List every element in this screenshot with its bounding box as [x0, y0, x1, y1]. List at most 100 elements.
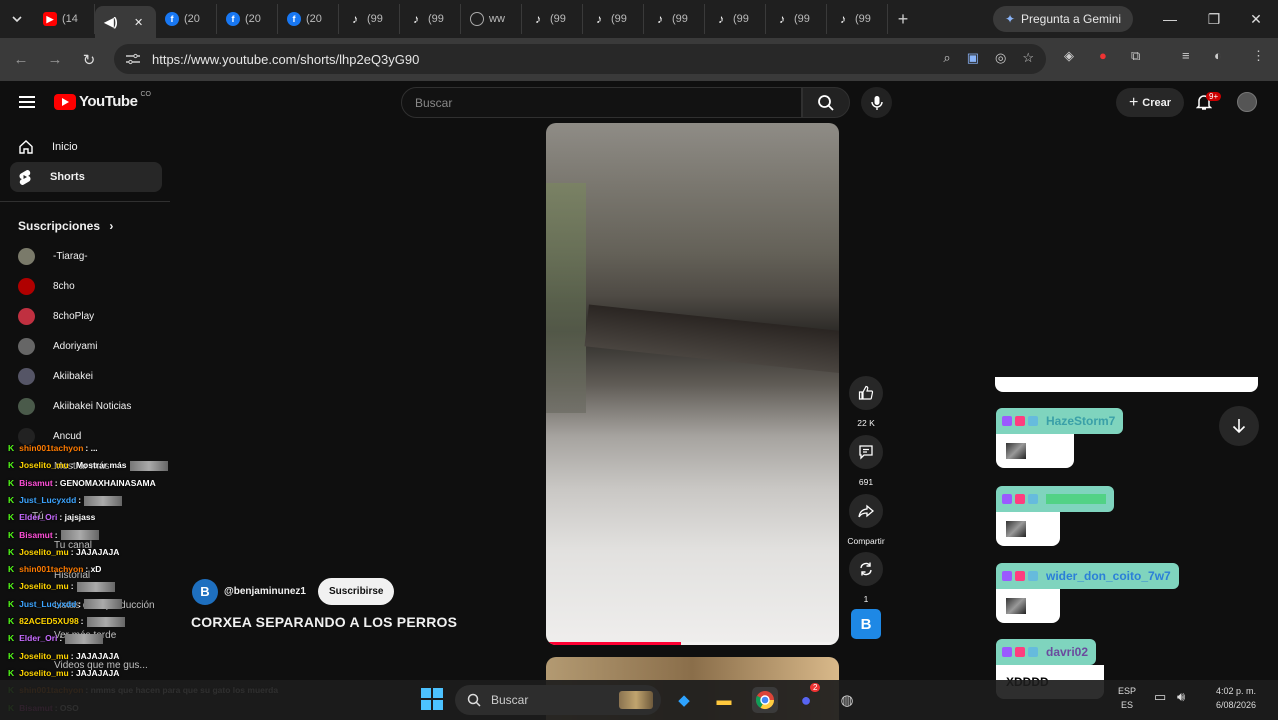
chat-text: :	[78, 494, 82, 505]
back-button[interactable]: ←	[4, 51, 38, 68]
create-button[interactable]: + Crear	[1116, 88, 1184, 117]
side-chat-previous-message	[995, 377, 1258, 392]
extension-icon[interactable]: ◈	[1064, 48, 1074, 64]
chat-emote	[60, 530, 99, 541]
browser-tab[interactable]: ♪ (99	[766, 4, 827, 34]
file-explorer-icon[interactable]: ▬	[711, 687, 737, 713]
browser-tab[interactable]: ▶ (14	[34, 4, 95, 34]
sidebar-subscription[interactable]: Akiibakei	[18, 368, 93, 385]
sidebar-subscription[interactable]: -Tiarag-	[18, 248, 88, 265]
profile-icon[interactable]: ◐	[1214, 48, 1222, 63]
minimize-button[interactable]: —	[1148, 0, 1192, 38]
taskbar-search[interactable]: Buscar	[455, 685, 661, 715]
sidebar-item-label: Inicio	[52, 141, 78, 153]
browser-tab[interactable]: f (20	[217, 4, 278, 34]
bookmark-star-icon[interactable]: ☆	[1022, 50, 1034, 66]
comments-action: 691	[849, 435, 883, 487]
reload-button[interactable]: ↻	[72, 51, 106, 69]
close-tab-icon[interactable]: ✕	[134, 16, 143, 29]
address-bar[interactable]: https://www.youtube.com/shorts/lhp2eQ3yG…	[114, 44, 1046, 74]
browser-tab[interactable]: f (20	[156, 4, 217, 34]
eye-off-icon[interactable]: ◎	[995, 50, 1006, 66]
new-tab-button[interactable]: +	[888, 9, 918, 30]
chat-message: K Joselito_mu: JAJAJAJA	[8, 547, 119, 557]
share-label: Compartir	[847, 536, 885, 546]
remix-count: 1	[863, 594, 869, 604]
channel-thumbnail[interactable]: B	[851, 609, 881, 639]
forward-button[interactable]: →	[38, 51, 72, 68]
menu-hamburger-icon[interactable]	[19, 96, 35, 108]
browser-tab[interactable]: ♪ (99	[522, 4, 583, 34]
adblock-icon[interactable]: ●	[1099, 48, 1107, 63]
browser-tab[interactable]: ♪ (99	[400, 4, 461, 34]
subscribe-button[interactable]: Suscribirse	[318, 578, 395, 605]
channel-name[interactable]: @benjaminunez1	[224, 586, 306, 597]
browser-tab[interactable]: ♪ (99	[644, 4, 705, 34]
browser-tab[interactable]: f (20	[278, 4, 339, 34]
search-button[interactable]	[802, 87, 850, 118]
search-input[interactable]: Buscar	[401, 87, 802, 118]
chat-emote	[86, 616, 125, 627]
side-chat-header: davri02	[996, 639, 1097, 665]
voice-search-button[interactable]	[861, 87, 892, 118]
sidebar-subscription[interactable]: 8choPlay	[18, 308, 94, 325]
tab-title: (99	[733, 13, 749, 25]
channel-avatar	[18, 308, 35, 325]
sidebar-subscription[interactable]: 8cho	[18, 278, 75, 295]
chat-badge-icon	[1002, 571, 1012, 581]
zoom-icon[interactable]: ⌕	[943, 50, 950, 66]
chat-badge-icon	[1028, 647, 1038, 657]
windows-start-icon[interactable]	[421, 688, 443, 710]
like-button[interactable]	[849, 376, 883, 410]
browser-tab[interactable]: ww	[461, 4, 522, 34]
gemini-button[interactable]: ✦ Pregunta a Gemini	[993, 6, 1133, 32]
browser-tab[interactable]: ♪ (99	[705, 4, 766, 34]
cast-icon[interactable]: ▣	[967, 50, 979, 66]
account-avatar[interactable]	[1237, 92, 1257, 112]
chat-emote	[1006, 598, 1026, 614]
app-icon[interactable]: ◍	[834, 687, 860, 713]
share-button[interactable]	[849, 494, 883, 528]
remix-action: 1	[849, 552, 883, 604]
sidebar-item-shorts[interactable]: Shorts	[10, 162, 162, 192]
side-chat-message: wider_don_coito_7w7	[996, 563, 1179, 623]
network-icon[interactable]: ▭	[1154, 690, 1166, 704]
subscriptions-heading[interactable]: Suscripciones ›	[18, 219, 113, 233]
comments-button[interactable]	[849, 435, 883, 469]
chat-emote	[76, 582, 115, 593]
clock[interactable]: 4:02 p. m. 6/08/2026	[1200, 684, 1272, 712]
site-settings-icon[interactable]	[126, 53, 140, 65]
search-icon	[818, 94, 834, 111]
language-indicator[interactable]: ESP ES	[1115, 684, 1139, 712]
browser-tab[interactable]: ◀) ✕	[95, 6, 156, 38]
sidebar-divider	[0, 201, 170, 202]
restore-button[interactable]: ❐	[1192, 0, 1236, 38]
sidebar-subscription[interactable]: Adoriyami	[18, 338, 97, 355]
browser-tab[interactable]: ♪ (99	[583, 4, 644, 34]
tiktok-icon: ♪	[779, 12, 785, 26]
chat-badge-icon	[1002, 494, 1012, 504]
remix-button[interactable]	[849, 552, 883, 586]
chat-username: Joselito_mu	[19, 460, 69, 471]
plus-icon: +	[1128, 93, 1139, 111]
sidebar-subscription[interactable]: Akiibakei Noticias	[18, 398, 131, 415]
media-controls-icon[interactable]: ≡	[1182, 48, 1190, 63]
video-progress-bar[interactable]	[546, 642, 839, 645]
edge-app-icon[interactable]: ◆	[671, 687, 697, 713]
channel-avatar[interactable]: B	[192, 578, 218, 605]
chat-badge-icon	[1015, 647, 1025, 657]
browser-tab[interactable]: ♪ (99	[827, 4, 888, 34]
close-window-button[interactable]: ✕	[1234, 0, 1278, 38]
short-video-player[interactable]	[546, 123, 839, 645]
scroll-down-button[interactable]	[1219, 406, 1259, 446]
youtube-logo[interactable]: YouTube CO	[54, 91, 151, 110]
volume-icon[interactable]: 🔊︎	[1177, 690, 1185, 704]
chrome-app-icon[interactable]	[752, 687, 778, 713]
browser-menu-icon[interactable]: ⋮	[1252, 48, 1265, 64]
video-frame-detail	[546, 183, 586, 413]
browser-tab[interactable]: ♪ (99	[339, 4, 400, 34]
sidebar-item-home[interactable]: Inicio	[10, 132, 162, 162]
tab-search-button[interactable]	[0, 0, 34, 38]
puzzle-icon[interactable]: ⧉	[1131, 48, 1140, 64]
chat-text: : jajsjass	[59, 512, 96, 523]
